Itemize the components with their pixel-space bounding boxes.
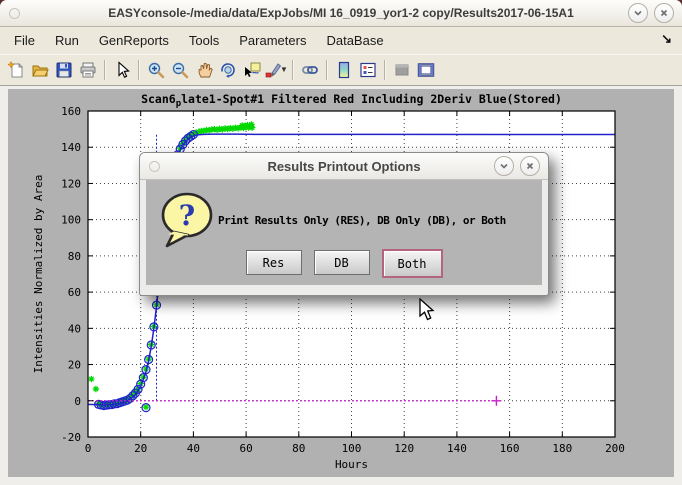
dialog-shade-button[interactable] <box>494 156 514 176</box>
svg-text:0: 0 <box>85 442 92 455</box>
results-printout-dialog: Results Printout Options ? Print Results… <box>139 152 549 296</box>
menu-overflow-arrow-icon[interactable]: ↘ <box>661 31 672 47</box>
pointer-arrow-icon <box>113 61 131 79</box>
save-figure-button[interactable] <box>52 58 76 82</box>
svg-text:160: 160 <box>500 442 520 455</box>
window-titlebar[interactable]: EASYconsole-/media/data/ExpJobs/MI 16_09… <box>0 0 682 27</box>
print-figure-button[interactable] <box>76 58 100 82</box>
show-plot-tools-dock-button[interactable] <box>414 58 438 82</box>
svg-text:140: 140 <box>447 442 467 455</box>
brush-data-button[interactable]: ▼ <box>264 58 288 82</box>
db-button[interactable]: DB <box>314 250 370 275</box>
svg-text:80: 80 <box>68 250 81 263</box>
insert-colorbar-button[interactable] <box>332 58 356 82</box>
zoom-out-icon <box>171 61 189 79</box>
menu-tools[interactable]: Tools <box>179 29 229 52</box>
toolbar: ▼ <box>0 54 682 86</box>
menu-file[interactable]: File <box>4 29 45 52</box>
svg-text:180: 180 <box>552 442 572 455</box>
shade-button[interactable] <box>628 3 648 23</box>
svg-text:100: 100 <box>342 442 362 455</box>
svg-text:20: 20 <box>134 442 147 455</box>
dialog-title: Results Printout Options <box>140 159 548 174</box>
pan-button[interactable] <box>192 58 216 82</box>
close-button[interactable] <box>654 3 674 23</box>
svg-text:80: 80 <box>292 442 305 455</box>
res-button[interactable]: Res <box>246 250 302 275</box>
pan-hand-icon <box>195 61 213 79</box>
svg-text:160: 160 <box>61 105 81 118</box>
save-floppy-icon <box>55 61 73 79</box>
svg-text:40: 40 <box>187 442 200 455</box>
toolbar-separator <box>104 60 106 80</box>
new-figure-icon <box>7 61 25 79</box>
rotate-3d-icon <box>219 61 237 79</box>
dialog-titlebar[interactable]: Results Printout Options <box>140 153 548 180</box>
svg-text:100: 100 <box>61 214 81 227</box>
toolbar-separator <box>292 60 294 80</box>
svg-text:60: 60 <box>68 286 81 299</box>
svg-text:Hours: Hours <box>335 458 368 471</box>
menu-run[interactable]: Run <box>45 29 89 52</box>
svg-text:120: 120 <box>61 177 81 190</box>
dialog-body: ? Print Results Only (RES), DB Only (DB)… <box>146 180 542 285</box>
hide-plot-tools-button[interactable] <box>390 58 414 82</box>
svg-text:-20: -20 <box>61 431 81 444</box>
chevron-down-icon <box>499 161 509 171</box>
svg-text:60: 60 <box>239 442 252 455</box>
edit-plot-button[interactable] <box>110 58 134 82</box>
brush-dropdown-caret-icon[interactable]: ▼ <box>280 65 288 74</box>
svg-text:40: 40 <box>68 322 81 335</box>
svg-text:140: 140 <box>61 141 81 154</box>
dialog-message: Print Results Only (RES), DB Only (DB), … <box>218 214 506 227</box>
mouse-cursor-icon <box>419 298 435 322</box>
svg-text:200: 200 <box>605 442 625 455</box>
dialog-button-row: Res DB Both <box>146 250 542 278</box>
link-plot-button[interactable] <box>298 58 322 82</box>
chevron-down-icon <box>633 8 643 18</box>
dialog-close-button[interactable] <box>520 156 540 176</box>
open-file-button[interactable] <box>28 58 52 82</box>
close-icon <box>659 8 669 18</box>
both-button[interactable]: Both <box>382 249 443 278</box>
toolbar-separator <box>326 60 328 80</box>
zoom-in-button[interactable] <box>144 58 168 82</box>
menu-database[interactable]: DataBase <box>316 29 393 52</box>
menu-bar: File Run GenReports Tools Parameters Dat… <box>0 27 682 54</box>
svg-text:Intensities Normalized by Area: Intensities Normalized by Area <box>32 175 45 374</box>
colorbar-icon <box>335 61 353 79</box>
zoom-in-icon <box>147 61 165 79</box>
link-chain-icon <box>301 61 319 79</box>
close-icon <box>525 161 535 171</box>
hide-plot-tools-icon <box>393 61 411 79</box>
new-figure-button[interactable] <box>4 58 28 82</box>
easyconsole-window: EASYconsole-/media/data/ExpJobs/MI 16_09… <box>0 0 682 485</box>
printer-icon <box>79 61 97 79</box>
window-title: EASYconsole-/media/data/ExpJobs/MI 16_09… <box>0 6 682 20</box>
svg-text:?: ? <box>179 199 195 232</box>
svg-text:120: 120 <box>394 442 414 455</box>
toolbar-separator <box>138 60 140 80</box>
menu-genreports[interactable]: GenReports <box>89 29 179 52</box>
open-folder-icon <box>31 61 49 79</box>
question-bubble-icon: ? <box>158 190 218 248</box>
svg-text:0: 0 <box>74 395 81 408</box>
svg-text:Scan6plate1-Spot#1 Filtered Re: Scan6plate1-Spot#1 Filtered Red Includin… <box>141 92 562 109</box>
insert-legend-button[interactable] <box>356 58 380 82</box>
show-plot-tools-icon <box>417 61 435 79</box>
rotate-3d-button[interactable] <box>216 58 240 82</box>
menu-parameters[interactable]: Parameters <box>229 29 316 52</box>
zoom-out-button[interactable] <box>168 58 192 82</box>
data-cursor-icon <box>243 61 261 79</box>
legend-icon <box>359 61 377 79</box>
svg-text:20: 20 <box>68 359 81 372</box>
data-cursor-button[interactable] <box>240 58 264 82</box>
toolbar-separator <box>384 60 386 80</box>
